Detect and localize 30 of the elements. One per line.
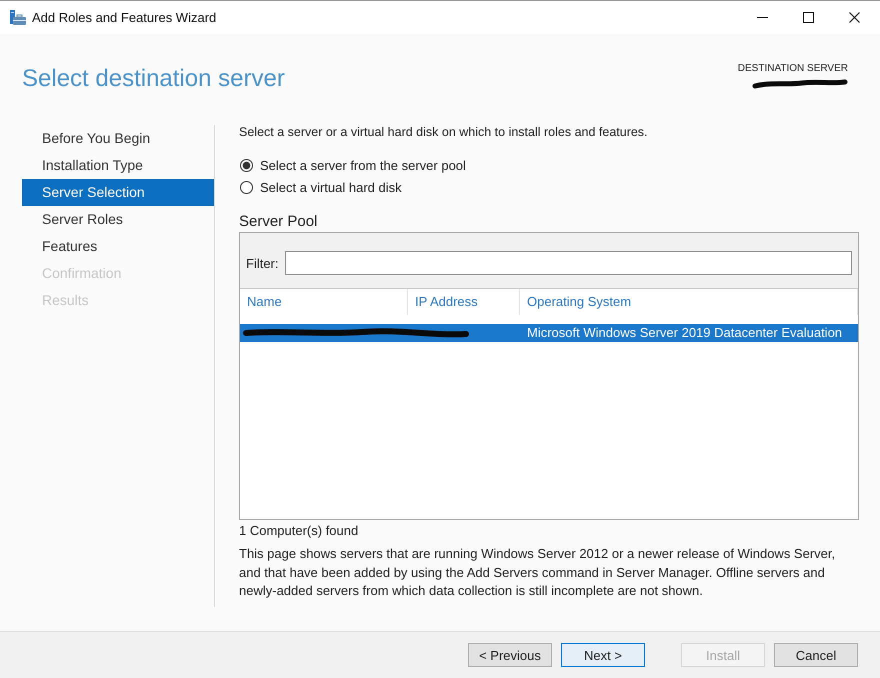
column-header[interactable]: IP Address	[408, 289, 520, 315]
page-title: Select destination server	[22, 64, 285, 94]
table-cell-text: Microsoft Windows Server 2019 Datacenter Evaluation	[526, 324, 844, 342]
maximize-icon	[802, 12, 814, 23]
wizard-button[interactable]: < Previous	[468, 643, 552, 667]
wizard-step[interactable]: Server Selection	[22, 179, 214, 206]
wizard-step[interactable]: Installation Type	[22, 152, 214, 179]
result-count: 1 Computer(s) found	[239, 523, 360, 539]
close-icon	[848, 12, 860, 23]
column-header[interactable]: Operating System	[520, 289, 858, 315]
radio-label[interactable]: Select a virtual hard disk	[260, 180, 402, 194]
radio-button[interactable]	[240, 180, 253, 194]
wizard-button[interactable]: Cancel	[774, 643, 858, 667]
window-title: Add Roles and Features Wizard	[32, 10, 216, 25]
info-paragraph: This page shows servers that are running Windows Server 2012 or a newer release of Windows Server, and that have been added by using the Add Servers command in Server Manager. Offline servers and newly-added servers from which data collection is still incomplete are not shown.	[239, 545, 836, 600]
radio-label[interactable]: Select a server from the server pool	[260, 158, 466, 172]
table-row[interactable]: Microsoft Windows Server 2019 Datacenter Evaluation	[240, 324, 858, 342]
instruction-text: Select a server or a virtual hard disk on which to install roles and features.	[239, 125, 649, 139]
filter-label: Filter:	[246, 256, 278, 270]
wizard-step[interactable]: Features	[22, 233, 214, 260]
section-heading: Server Pool	[239, 212, 318, 232]
wizard-button[interactable]: Next >	[561, 643, 645, 667]
radio-button[interactable]	[240, 158, 253, 172]
minimize-icon	[756, 17, 768, 18]
column-header[interactable]: Name	[240, 289, 408, 315]
filter-field[interactable]	[284, 251, 852, 275]
server-toolbox-icon	[10, 10, 26, 26]
destination-server-label: DESTINATION SERVER	[738, 62, 848, 76]
wizard-step[interactable]: Server Roles	[22, 206, 214, 233]
wizard-step[interactable]: Before You Begin	[22, 125, 214, 152]
